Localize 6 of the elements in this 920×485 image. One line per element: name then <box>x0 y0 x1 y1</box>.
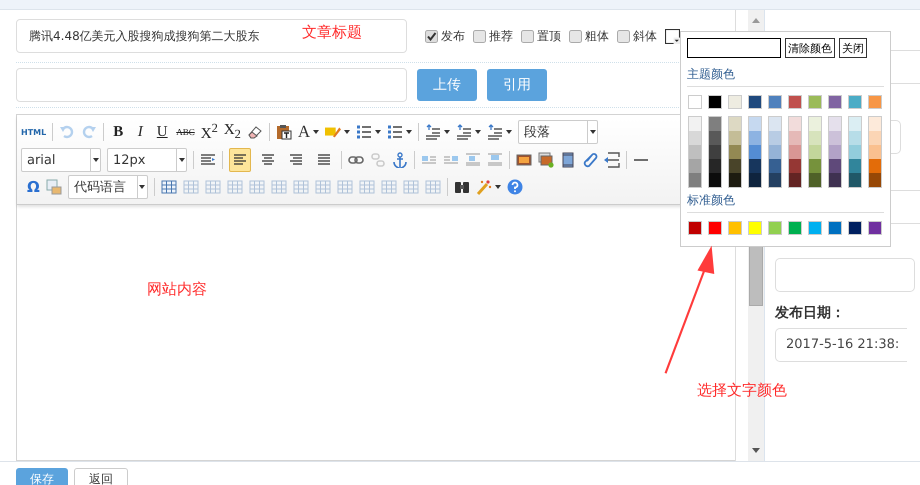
section-title: 主题颜色 <box>687 66 884 87</box>
annotation-text: 网站内容 <box>147 280 207 299</box>
field-label: 发布日期： <box>775 304 846 322</box>
annotation-text: 选择文字颜色 <box>697 381 787 400</box>
section-title: 标准颜色 <box>687 192 884 213</box>
annotation-text: 文章标题 <box>302 23 362 42</box>
